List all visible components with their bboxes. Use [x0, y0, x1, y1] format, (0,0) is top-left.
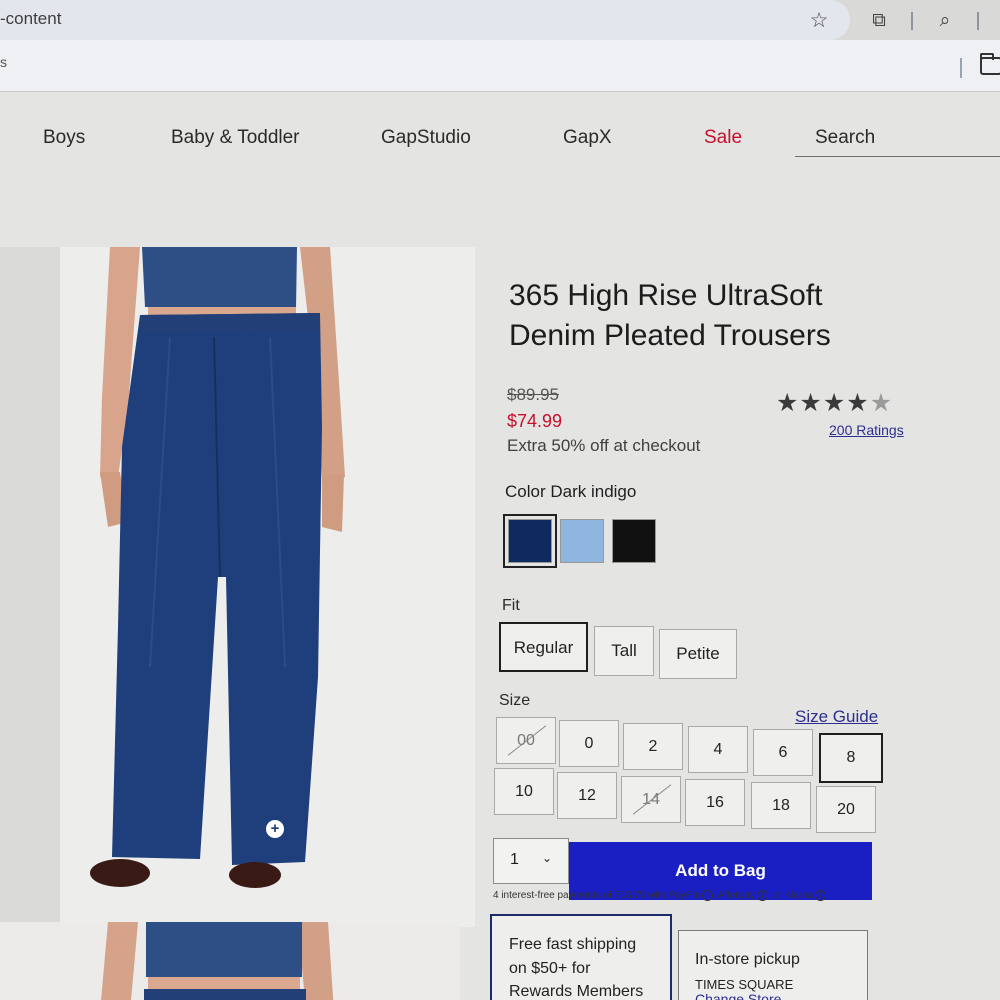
size-6[interactable]: 6 [753, 729, 813, 776]
half-star-icon: ★ [869, 389, 894, 417]
info-icon[interactable]: i [756, 890, 768, 901]
shipping-option[interactable]: Free fast shipping on $50+ for Rewards M… [490, 914, 672, 1000]
address-bar[interactable]: -content ☆ [0, 0, 850, 40]
star-rating: ★★★★★ [776, 388, 893, 418]
size-20[interactable]: 20 [816, 786, 876, 833]
bookmarks-bar: s [0, 40, 1000, 92]
pickup-option[interactable]: In-store pickup TIMES SQUARE Change Stor… [678, 930, 868, 1000]
folder-icon[interactable] [980, 53, 1000, 75]
toolbar-divider [911, 12, 913, 30]
fit-label: Fit [502, 597, 520, 614]
product-image-secondary[interactable] [0, 922, 460, 1000]
fit-tall-button[interactable]: Tall [594, 626, 654, 676]
size-label: Size [499, 692, 531, 709]
pickup-store: TIMES SQUARE [695, 977, 794, 992]
search-label: Search [815, 127, 876, 148]
nav-link-gapstudio[interactable]: GapStudio [381, 127, 471, 149]
sale-price: $74.99 [507, 411, 563, 431]
search-input[interactable]: Search [795, 122, 1000, 157]
star-icon: ★ [822, 389, 847, 417]
change-store-link[interactable]: Change Store [695, 991, 781, 1000]
quantity-select[interactable]: 1 ⌄ [493, 838, 569, 884]
quantity-value: 1 [510, 851, 519, 868]
swatch-light-wash[interactable] [560, 519, 604, 563]
star-icon: ★ [846, 389, 870, 417]
size-guide-link[interactable]: Size Guide [795, 707, 878, 727]
product-page: Boys Baby & Toddler GapStudio GapX Sale … [0, 92, 1000, 1000]
installment-text: 4 interest-free payments of $18.75 with [493, 890, 666, 901]
star-icon: ★ [799, 389, 823, 417]
product-image[interactable] [0, 247, 475, 927]
swatch-black[interactable] [612, 519, 656, 563]
nav-link-sale[interactable]: Sale [704, 127, 742, 149]
extension-icon[interactable]: ⧉ [866, 8, 892, 34]
pickup-title: In-store pickup [695, 951, 800, 968]
size-4[interactable]: 4 [688, 726, 748, 773]
product-title-line2: Denim Pleated Trousers [509, 319, 831, 352]
size-10[interactable]: 10 [494, 768, 554, 815]
model-photo [0, 247, 475, 927]
size-0[interactable]: 0 [559, 720, 619, 767]
chevron-down-icon: ⌄ [542, 851, 553, 865]
bookmarks-divider [960, 58, 962, 78]
size-00[interactable]: 00 [496, 717, 556, 764]
size-18[interactable]: 18 [751, 782, 811, 829]
installment-info: 4 interest-free payments of $18.75 with … [493, 890, 873, 901]
size-14[interactable]: 14 [621, 776, 681, 823]
color-label: Color Dark indigo [505, 482, 637, 501]
star-icon[interactable]: ☆ [806, 8, 832, 34]
size-2[interactable]: 2 [623, 723, 683, 770]
bookmark-item[interactable]: s [0, 54, 7, 70]
product-title-line1: 365 High Rise UltraSoft [509, 279, 823, 312]
tab-search-icon[interactable]: ⌕ [932, 8, 958, 34]
size-16[interactable]: 16 [685, 779, 745, 826]
original-price: $89.95 [507, 385, 559, 404]
ratings-link[interactable]: 200 Ratings [829, 422, 904, 438]
or-label: or [772, 890, 782, 901]
zoom-in-icon[interactable]: + [266, 820, 284, 838]
model-photo-secondary [0, 922, 460, 1000]
fit-regular-button[interactable]: Regular [499, 622, 588, 672]
size-8[interactable]: 8 [819, 733, 883, 783]
afterpay-label: Afterpay [717, 890, 755, 901]
klarna-label: Klarna [784, 890, 814, 901]
nav-link-boys[interactable]: Boys [43, 127, 85, 149]
url-text: -content [0, 9, 62, 28]
shipping-line2: on $50+ for [509, 960, 591, 977]
fit-petite-button[interactable]: Petite [659, 629, 737, 679]
nav-link-baby-toddler[interactable]: Baby & Toddler [171, 127, 300, 149]
promo-text: Extra 50% off at checkout [507, 436, 701, 455]
paypal-label: PayPal [668, 890, 701, 901]
swatch-dark-indigo[interactable] [503, 514, 557, 568]
product-title: 365 High Rise UltraSoft Denim Pleated Tr… [509, 276, 889, 356]
toolbar-divider [977, 12, 979, 30]
shipping-line1: Free fast shipping [509, 936, 637, 953]
info-icon[interactable]: i [815, 890, 827, 901]
nav-link-gapx[interactable]: GapX [563, 127, 612, 149]
size-12[interactable]: 12 [557, 772, 617, 819]
shipping-line3: Rewards Members [509, 983, 644, 1000]
info-icon[interactable]: i [702, 890, 714, 901]
star-icon: ★ [776, 389, 800, 417]
